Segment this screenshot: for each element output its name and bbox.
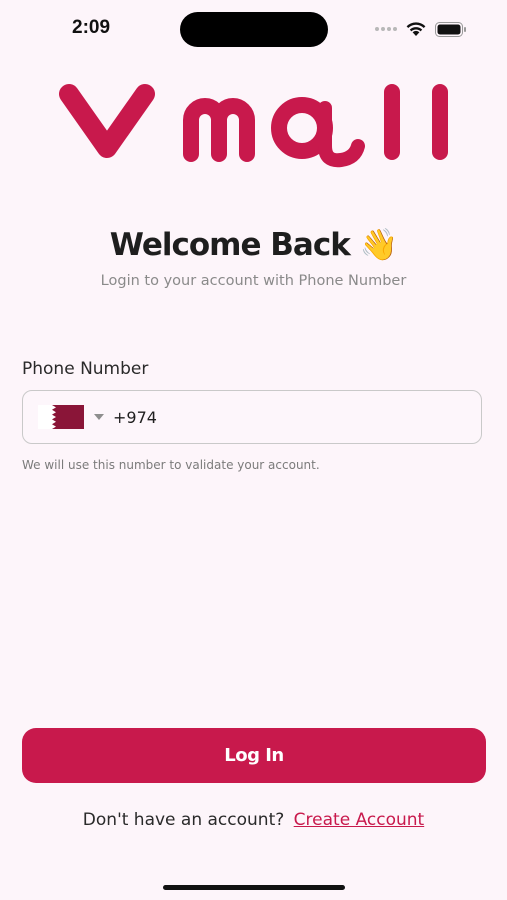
- page-subtitle: Login to your account with Phone Number: [100, 273, 407, 289]
- wifi-icon: [406, 22, 426, 36]
- status-icons: [375, 18, 467, 40]
- login-button[interactable]: Log In: [22, 728, 486, 783]
- phone-helper-text: We will use this number to validate your…: [22, 458, 320, 472]
- qatar-flag-icon[interactable]: [38, 405, 84, 429]
- battery-icon: [435, 21, 466, 37]
- signup-prompt: Don't have an account?: [82, 810, 285, 830]
- phone-number-input[interactable]: [113, 407, 443, 427]
- status-bar: 2:09: [0, 0, 507, 60]
- phone-number-field[interactable]: [22, 390, 482, 444]
- dynamic-island: [180, 12, 328, 47]
- status-time: 2:09: [72, 17, 111, 38]
- country-dropdown-caret-icon[interactable]: [94, 414, 104, 420]
- vmall-logo: [59, 84, 448, 168]
- waving-hand-icon: 👋: [359, 227, 399, 263]
- welcome-title-text: Welcome Back: [109, 227, 351, 263]
- page-title: Welcome Back 👋: [0, 226, 507, 263]
- home-indicator[interactable]: [163, 885, 345, 890]
- create-account-link[interactable]: Create Account: [294, 810, 425, 830]
- signup-row: Don't have an account? Create Account: [0, 810, 507, 830]
- phone-number-label: Phone Number: [22, 359, 149, 379]
- signal-icon: [375, 27, 397, 31]
